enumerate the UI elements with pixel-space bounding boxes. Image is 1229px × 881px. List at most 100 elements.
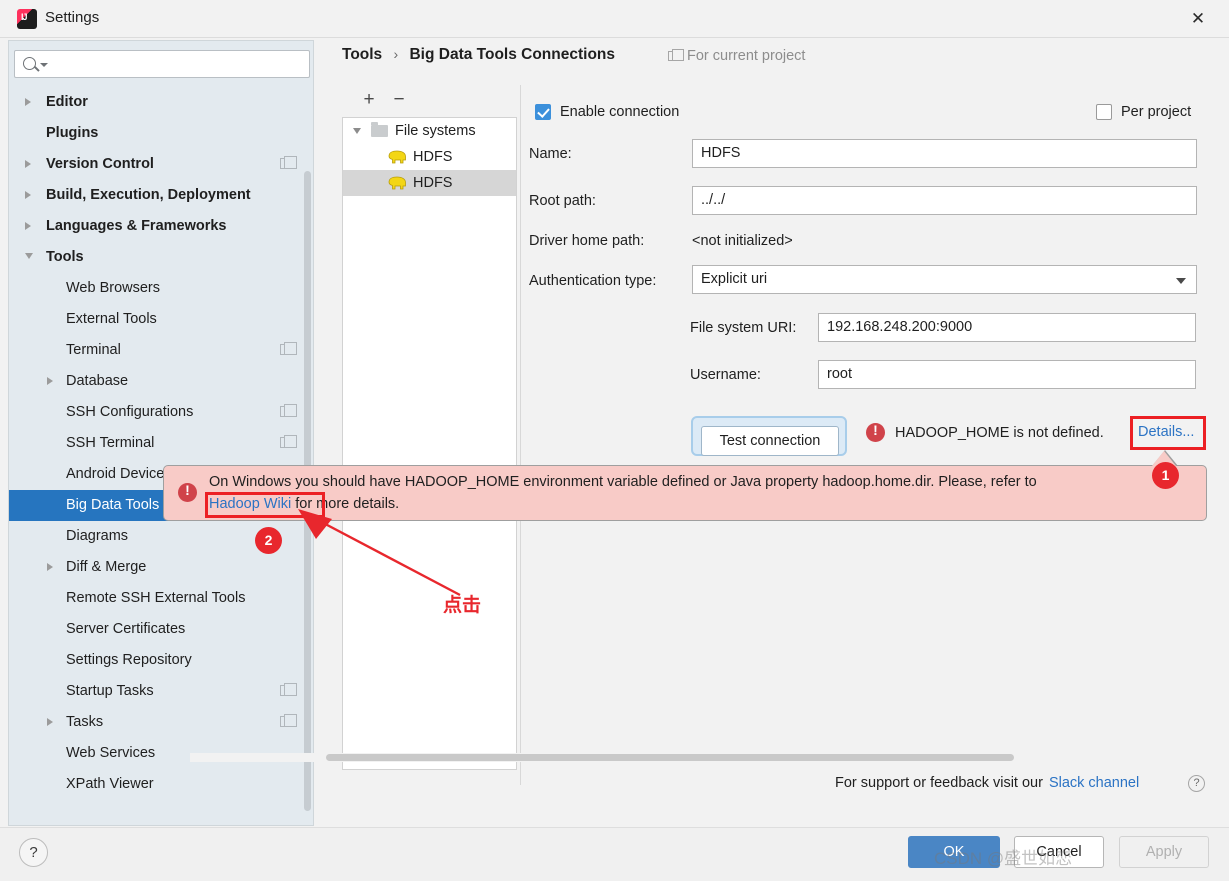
authentication-type-value: Explicit uri [701,271,768,287]
test-connection-focus-ring: Test connection [691,416,847,456]
root-path-label: Root path: [529,193,596,209]
chevron-down-icon [1176,278,1186,284]
slack-channel-link[interactable]: Slack channel [1049,775,1139,791]
sidebar-item-tools[interactable]: Tools [9,242,313,273]
sidebar-item-editor[interactable]: Editor [9,87,313,118]
sidebar-item-label: Diagrams [66,528,129,544]
list-item[interactable]: HDFS [343,170,516,196]
list-item-label: HDFS [413,149,453,165]
sidebar-item-label: External Tools [66,311,157,327]
sidebar-item-label: Web Browsers [66,280,161,296]
close-icon[interactable]: ✕ [1175,4,1221,34]
sidebar-item-label: Version Control [46,156,154,172]
chevron-right-icon[interactable] [47,718,53,726]
authentication-type-select[interactable]: Explicit uri [692,265,1197,294]
sidebar-item-label: Startup Tasks [66,683,154,699]
chevron-down-icon[interactable] [353,128,361,134]
hadoop-elephant-icon [388,150,406,164]
file-system-uri-input[interactable]: 192.168.248.200:9000 [818,313,1196,342]
help-button[interactable]: ? [19,838,48,867]
breadcrumb: Tools › Big Data Tools Connections [342,46,615,64]
sidebar-item-label: Diff & Merge [66,559,147,575]
question-mark-icon[interactable]: ? [1188,775,1205,792]
username-label: Username: [690,367,761,383]
remove-connection-button[interactable]: − [390,90,408,109]
sidebar-item-xpath-viewer[interactable]: XPath Viewer [9,769,313,800]
sidebar-item-label: Build, Execution, Deployment [46,187,251,203]
sidebar-item-build-execution-deployment[interactable]: Build, Execution, Deployment [9,180,313,211]
copy-settings-icon [280,435,297,448]
add-connection-button[interactable]: + [360,90,378,109]
name-label: Name: [529,146,572,162]
copy-settings-icon [280,714,297,727]
for-current-project-label: For current project [668,48,805,64]
breadcrumb-parent[interactable]: Tools [342,46,382,63]
copy-settings-icon [280,342,297,355]
list-item[interactable]: File systems [343,118,516,144]
search-input[interactable] [47,53,302,75]
watermark: CSDN @盛世如恋 [934,849,1073,868]
sidebar-item-database[interactable]: Database [9,366,313,397]
sidebar-item-label: Tasks [66,714,104,730]
sidebar-item-plugins[interactable]: Plugins [9,118,313,149]
sidebar-item-label: Terminal [66,342,121,358]
chevron-down-icon[interactable] [25,253,33,259]
name-input[interactable]: HDFS [692,139,1197,168]
sidebar-item-label: Server Certificates [66,621,186,637]
connections-list: File systems HDFS HDFS [342,117,517,770]
list-item-label: File systems [395,123,476,139]
sidebar-item-external-tools[interactable]: External Tools [9,304,313,335]
sidebar-item-version-control[interactable]: Version Control [9,149,313,180]
details-link[interactable]: Details... [1138,424,1194,440]
error-icon [178,482,197,502]
breadcrumb-separator-icon: › [393,46,399,62]
enable-connection-label: Enable connection [560,104,680,120]
sidebar-item-tasks[interactable]: Tasks [9,707,313,738]
test-connection-button[interactable]: Test connection [701,426,839,456]
sidebar-item-label: SSH Configurations [66,404,194,420]
sidebar-item-ssh-configurations[interactable]: SSH Configurations [9,397,313,428]
annotation-badge-1: 1 [1152,462,1179,489]
window-titlebar: Settings ✕ [0,0,1229,38]
copy-settings-icon [280,404,297,417]
copy-settings-icon [280,683,297,696]
per-project-checkbox[interactable] [1096,104,1112,120]
chevron-right-icon[interactable] [25,98,31,106]
chevron-right-icon[interactable] [47,563,53,571]
sidebar-item-settings-repository[interactable]: Settings Repository [9,645,313,676]
sidebar-item-startup-tasks[interactable]: Startup Tasks [9,676,313,707]
authentication-type-label: Authentication type: [529,273,657,289]
folder-icon [371,122,388,137]
sidebar-item-label: Android Device [66,466,165,482]
chevron-right-icon[interactable] [47,377,53,385]
annotation-click-label: 点击 [443,595,482,616]
sidebar-item-terminal[interactable]: Terminal [9,335,313,366]
copy-settings-icon [280,156,297,169]
sidebar-item-label: Settings Repository [66,652,192,668]
intellij-idea-icon [17,9,37,29]
window-title: Settings [45,9,100,26]
sidebar-item-label: Database [66,373,129,389]
sidebar-item-remote-ssh-external-tools[interactable]: Remote SSH External Tools [9,583,313,614]
enable-connection-checkbox[interactable] [535,104,551,120]
search-box[interactable] [14,50,310,78]
sidebar-item-web-browsers[interactable]: Web Browsers [9,273,313,304]
sidebar-item-languages-frameworks[interactable]: Languages & Frameworks [9,211,313,242]
sidebar-item-server-certificates[interactable]: Server Certificates [9,614,313,645]
support-text: For support or feedback visit our [835,775,1043,791]
chevron-right-icon[interactable] [25,222,31,230]
content-hscroll-thumb[interactable] [326,754,1014,761]
list-item[interactable]: HDFS [343,144,516,170]
chevron-right-icon[interactable] [25,160,31,168]
file-system-uri-label: File system URI: [690,320,797,336]
copy-settings-icon [668,49,684,61]
error-icon [866,422,885,442]
root-path-input[interactable]: ../../ [692,186,1197,215]
sidebar-item-diff-merge[interactable]: Diff & Merge [9,552,313,583]
sidebar-item-label: XPath Viewer [66,776,154,792]
username-input[interactable]: root [818,360,1196,389]
driver-home-path-label: Driver home path: [529,233,645,249]
chevron-right-icon[interactable] [25,191,31,199]
sidebar-item-label: Remote SSH External Tools [66,590,246,606]
sidebar-item-ssh-terminal[interactable]: SSH Terminal [9,428,313,459]
